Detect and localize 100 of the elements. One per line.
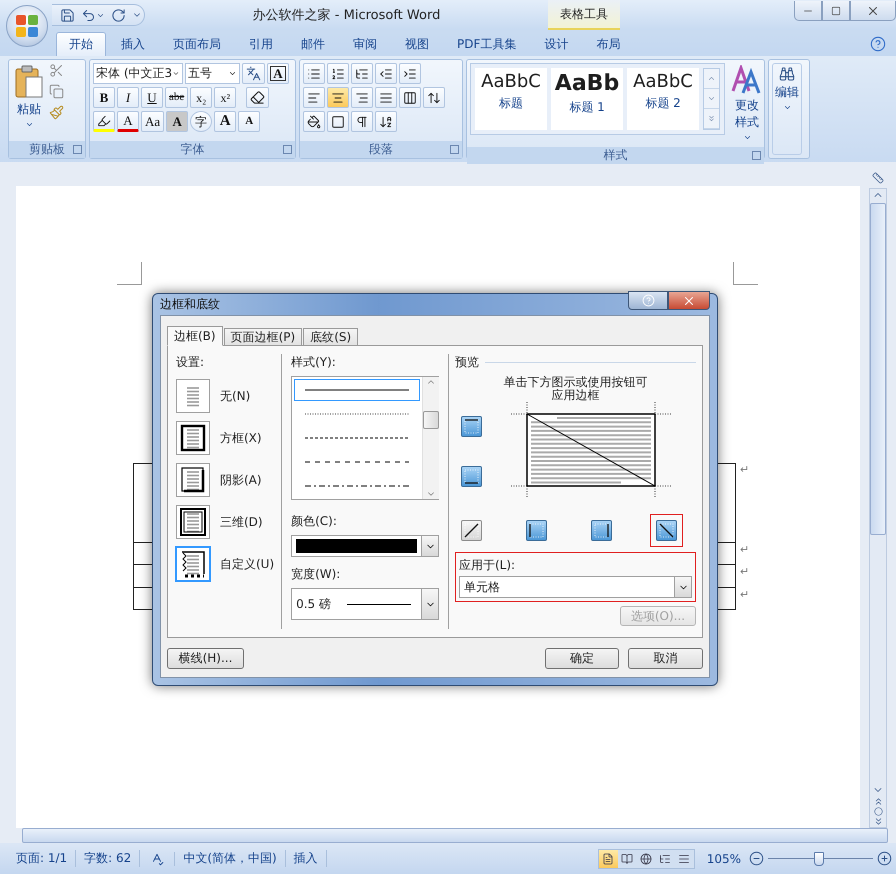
underline-button[interactable]: U [141, 87, 163, 108]
character-shading-button[interactable]: A [166, 111, 188, 132]
paste-button[interactable]: 粘贴 [12, 63, 46, 138]
insert-mode-indicator[interactable]: 插入 [286, 850, 327, 867]
format-painter-button[interactable] [49, 105, 64, 120]
align-right-button[interactable] [351, 87, 373, 108]
setting-option[interactable]: 阴影(A) [176, 463, 282, 497]
borders-button[interactable] [327, 111, 349, 132]
ribbon-tab[interactable]: 邮件 [288, 32, 338, 56]
zoom-out-button[interactable] [749, 851, 764, 866]
vertical-scrollbar[interactable] [869, 188, 887, 828]
undo-button[interactable] [81, 8, 105, 22]
width-dropdown[interactable]: 0.5 磅 [291, 588, 440, 620]
ribbon-tab[interactable]: 页面布局 [160, 32, 234, 56]
paint-bucket-icon [307, 114, 321, 128]
cut-button[interactable] [49, 63, 64, 78]
color-dropdown[interactable] [291, 535, 440, 557]
bold-button[interactable]: B [93, 87, 115, 108]
paintbrush-icon [49, 105, 64, 120]
shrink-font-button[interactable]: A [238, 111, 260, 132]
scrollbar-thumb[interactable] [870, 203, 886, 535]
editing-button[interactable]: 编辑 [772, 63, 802, 155]
style-sample: AaBb [554, 71, 620, 96]
apply-to-dropdown[interactable]: 单元格 [459, 576, 692, 598]
enclose-character-button[interactable]: 字 [190, 111, 212, 132]
close-button[interactable] [850, 1, 896, 21]
page-count[interactable]: 页面: 1/1 [8, 850, 76, 867]
dialog-tab[interactable]: 边框(B) [167, 326, 223, 346]
highlight-button[interactable] [93, 111, 115, 132]
zoom-in-button[interactable] [877, 851, 892, 866]
ribbon-tab[interactable]: 布局 [583, 32, 634, 56]
grow-font-button[interactable]: A [214, 111, 236, 132]
multilevel-list-button[interactable] [351, 63, 373, 84]
line-spacing-icon [427, 90, 441, 104]
maximize-button[interactable] [822, 1, 850, 21]
horizontal-line-button[interactable]: 横线(H)... [167, 648, 244, 669]
change-styles-button[interactable]: 更改样式 [728, 63, 766, 144]
align-justify-button[interactable] [375, 87, 397, 108]
redo-button[interactable] [111, 8, 126, 22]
ruler-toggle-button[interactable] [872, 172, 884, 184]
ribbon-tab[interactable]: 开始 [56, 32, 106, 56]
setting-option[interactable]: 三维(D) [176, 505, 282, 539]
dialog-tab[interactable]: 底纹(S) [303, 328, 358, 346]
setting-option[interactable]: 自定义(U) [176, 547, 282, 581]
decrease-indent-button[interactable] [375, 63, 397, 84]
line-style-option[interactable] [294, 379, 420, 401]
right-border-icon [592, 521, 611, 540]
line-spacing-button[interactable] [423, 87, 445, 108]
ribbon-tab[interactable]: 引用 [236, 32, 286, 56]
close-button[interactable] [668, 291, 710, 310]
bullets-button[interactable] [303, 63, 325, 84]
ribbon-tab[interactable]: 视图 [392, 32, 442, 56]
shading-button[interactable] [303, 111, 325, 132]
zoom-level[interactable]: 105% [706, 852, 741, 866]
ribbon-tab[interactable]: 审阅 [340, 32, 390, 56]
numbering-button[interactable] [327, 63, 349, 84]
character-border-button[interactable]: A [267, 63, 289, 84]
setting-option[interactable]: 方框(X) [176, 421, 282, 455]
increase-indent-button[interactable] [399, 63, 421, 84]
ribbon-tab[interactable]: 插入 [108, 32, 158, 56]
binoculars-icon [779, 66, 795, 82]
sub-button[interactable]: x₂ [190, 87, 212, 108]
show-marks-button[interactable] [351, 111, 373, 132]
save-button[interactable] [60, 8, 75, 22]
style-gallery-item[interactable]: AaBbC 标题 [475, 68, 547, 130]
horizontal-scrollbar[interactable] [22, 828, 888, 843]
word-count[interactable]: 字数: 62 [76, 850, 140, 867]
help-button[interactable] [870, 36, 886, 52]
clear-formatting-button[interactable] [246, 87, 270, 108]
ribbon-tab[interactable]: 设计 [531, 32, 582, 56]
sup-button[interactable]: x² [214, 87, 236, 108]
style-gallery-item[interactable]: AaBb 标题 1 [551, 68, 623, 130]
align-left-button[interactable] [303, 87, 325, 108]
zoom-slider-thumb[interactable] [814, 852, 824, 866]
copy-button[interactable] [49, 84, 64, 99]
change-case-button[interactable]: Aa [141, 111, 164, 132]
align-center-button[interactable] [327, 87, 349, 108]
crop-mark [733, 262, 758, 285]
italic-button[interactable]: I [117, 87, 139, 108]
dialog-tab[interactable]: 页面边框(P) [224, 328, 302, 346]
style-gallery-item[interactable]: AaBbC 标题 2 [627, 68, 699, 130]
font-size-field[interactable]: 五号 [185, 63, 240, 84]
help-button[interactable] [628, 291, 668, 310]
language-indicator[interactable]: 中文(简体，中国) [175, 850, 286, 867]
align-distributed-button[interactable] [399, 87, 421, 108]
cancel-button[interactable]: 取消 [628, 648, 703, 669]
strike-button[interactable]: abe [165, 87, 188, 108]
setting-option[interactable]: 无(N) [176, 379, 282, 413]
print-view-button[interactable] [598, 850, 618, 868]
font-name-field[interactable]: 宋体 (中文正3 [93, 63, 183, 84]
chevron-up-icon [707, 74, 716, 83]
ok-button[interactable]: 确定 [545, 648, 619, 669]
scrollbar-thumb[interactable] [423, 411, 440, 429]
list-scrollbar[interactable] [422, 377, 440, 499]
diagonal-down-border-button[interactable] [650, 514, 683, 548]
phonetic-guide-button[interactable] [242, 63, 265, 84]
sort-button[interactable] [375, 111, 397, 132]
font-color-button[interactable]: A [117, 111, 139, 132]
ribbon-tab[interactable]: PDF工具集 [444, 32, 530, 56]
align-right-icon [355, 90, 369, 104]
